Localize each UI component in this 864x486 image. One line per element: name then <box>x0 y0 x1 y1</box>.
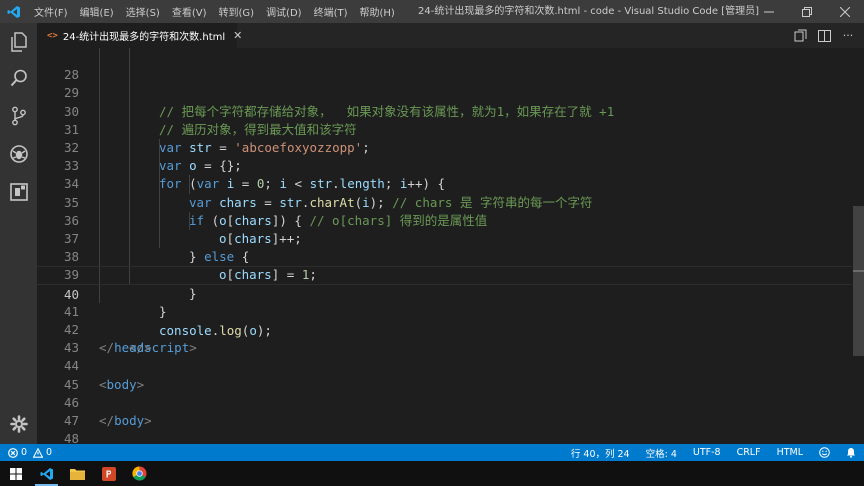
windows-logo-icon <box>9 467 22 480</box>
start-button[interactable] <box>0 461 31 486</box>
code-line-35: 35 o[chars]++; <box>37 175 852 246</box>
files-icon <box>10 32 27 52</box>
split-editor-button[interactable] <box>812 23 836 48</box>
code-line-41: 41 </script> <box>37 284 852 355</box>
window-controls <box>750 0 864 23</box>
debug-icon <box>9 145 28 163</box>
powerpoint-icon <box>101 466 116 481</box>
taskbar-vscode[interactable] <box>31 461 62 486</box>
menu-terminal[interactable]: 终端(T) <box>308 4 354 19</box>
menu-debug[interactable]: 调试(D) <box>260 4 308 19</box>
close-tab-icon[interactable]: ✕ <box>233 29 242 42</box>
compare-changes-icon <box>794 29 806 42</box>
warning-icon <box>33 447 44 458</box>
code-line-31: 31 var o = {}; <box>37 102 852 173</box>
code-line-48: 48 </html> <box>37 412 852 444</box>
restore-button[interactable] <box>788 0 826 23</box>
close-window-button[interactable] <box>826 0 864 23</box>
debug-button[interactable] <box>0 137 37 171</box>
code-line-39: 39 } <box>37 248 852 319</box>
feedback-button[interactable] <box>819 447 830 458</box>
code-line-47: 47 <box>37 394 852 428</box>
split-editor-icon <box>817 29 831 42</box>
restore-icon <box>802 6 812 17</box>
bell-icon <box>847 448 855 458</box>
code-line-32: 32 for (var i = 0; i < str.length; i++) … <box>37 120 852 191</box>
code-line-46: 46 </body> <box>37 376 852 428</box>
html-file-icon: <> <box>47 30 58 41</box>
line-endings[interactable]: CRLF <box>737 447 761 458</box>
chrome-icon <box>132 466 147 481</box>
folder-icon <box>70 468 85 480</box>
tab-current-file[interactable]: <> 24-统计出现最多的字符和次数.html ✕ <box>37 23 242 48</box>
settings-button[interactable] <box>0 407 37 441</box>
warning-count: 0 <box>46 447 53 458</box>
taskbar-file-explorer[interactable] <box>62 461 93 486</box>
extensions-icon <box>9 183 28 201</box>
open-changes-button[interactable] <box>788 23 812 48</box>
menu-edit[interactable]: 编辑(E) <box>74 4 120 19</box>
menu-bar: 文件(F) 编辑(E) 选择(S) 查看(V) 转到(G) 调试(D) 终端(T… <box>28 4 401 19</box>
code-line-45: 45 <box>37 357 852 392</box>
line-number: 48 <box>63 431 79 444</box>
vertical-scrollbar[interactable] <box>853 48 864 444</box>
code-editor[interactable]: 28 // 把每个字符都存储给对象， 如果对象没有该属性，就为1，如果存在了就 … <box>37 48 864 444</box>
tab-label: 24-统计出现最多的字符和次数.html <box>62 32 226 43</box>
title-bar: 文件(F) 编辑(E) 选择(S) 查看(V) 转到(G) 调试(D) 终端(T… <box>0 0 864 23</box>
vscode-logo-icon <box>0 5 28 19</box>
code-line-36: 36 } else { <box>37 193 852 264</box>
source-control-button[interactable] <box>0 99 37 133</box>
menu-view[interactable]: 查看(V) <box>166 4 213 19</box>
code-line-37: 37 o[chars] = 1; <box>37 211 852 282</box>
code-line-43: 43 <box>37 321 852 355</box>
error-icon <box>8 447 18 458</box>
code-line-29: 29 // 遍历对象，得到最大值和该字符 <box>37 66 852 137</box>
cursor-position-marker <box>853 270 864 272</box>
gear-icon <box>9 415 28 433</box>
editor-actions: ··· <box>788 23 860 48</box>
menu-go[interactable]: 转到(G) <box>213 4 261 19</box>
tabs-bar: <> 24-统计出现最多的字符和次数.html ✕ ··· <box>37 23 864 48</box>
code-line-33: 33 var chars = str.charAt(i); // chars 是… <box>37 139 852 210</box>
taskbar-powerpoint[interactable] <box>93 461 124 486</box>
problems-indicator[interactable]: 0 0 <box>8 447 52 458</box>
code-line-34: 34 if (o[chars]) { // o[chars] 得到的是属性值 <box>37 157 852 228</box>
search-button[interactable] <box>0 61 37 95</box>
scrollbar-thumb[interactable] <box>853 206 864 356</box>
more-actions-button[interactable]: ··· <box>836 23 860 48</box>
code-line-38: 38 } <box>37 230 852 301</box>
indentation[interactable]: 空格: 4 <box>646 446 677 460</box>
window-title: 24-统计出现最多的字符和次数.html - code - Visual Stu… <box>418 6 759 17</box>
minimize-button[interactable] <box>750 0 788 23</box>
vscode-icon <box>40 467 53 480</box>
code-line-44: 44 <body> <box>37 339 852 391</box>
code-line-28: 28 // 把每个字符都存储给对象， 如果对象没有该属性，就为1，如果存在了就 … <box>37 48 852 119</box>
language-mode[interactable]: HTML <box>777 447 803 458</box>
explorer-button[interactable] <box>0 25 37 59</box>
search-icon <box>10 69 27 87</box>
smiley-icon <box>819 447 830 458</box>
more-icon: ··· <box>842 29 854 42</box>
code-line-40-current: 40 console.log(o); <box>37 266 852 338</box>
minimize-icon <box>764 11 774 12</box>
extensions-button[interactable] <box>0 175 37 209</box>
encoding[interactable]: UTF-8 <box>693 447 721 458</box>
menu-selection[interactable]: 选择(S) <box>120 4 166 19</box>
os-taskbar <box>0 461 864 486</box>
activity-bar <box>0 23 37 444</box>
code-line-42: 42 </head> <box>37 303 852 355</box>
taskbar-chrome[interactable] <box>124 461 155 486</box>
menu-file[interactable]: 文件(F) <box>28 4 74 19</box>
error-count: 0 <box>21 447 28 458</box>
menu-help[interactable]: 帮助(H) <box>354 4 401 19</box>
close-icon <box>840 6 850 17</box>
code-line-30: 30 var str = 'abcoefoxyozzopp'; <box>37 84 852 155</box>
source-control-icon <box>11 106 26 126</box>
status-bar: 0 0 行 40，列 24 空格: 4 UTF-8 CRLF HTML <box>0 444 864 461</box>
notifications-button[interactable] <box>846 447 856 458</box>
cursor-position[interactable]: 行 40，列 24 <box>571 446 630 460</box>
